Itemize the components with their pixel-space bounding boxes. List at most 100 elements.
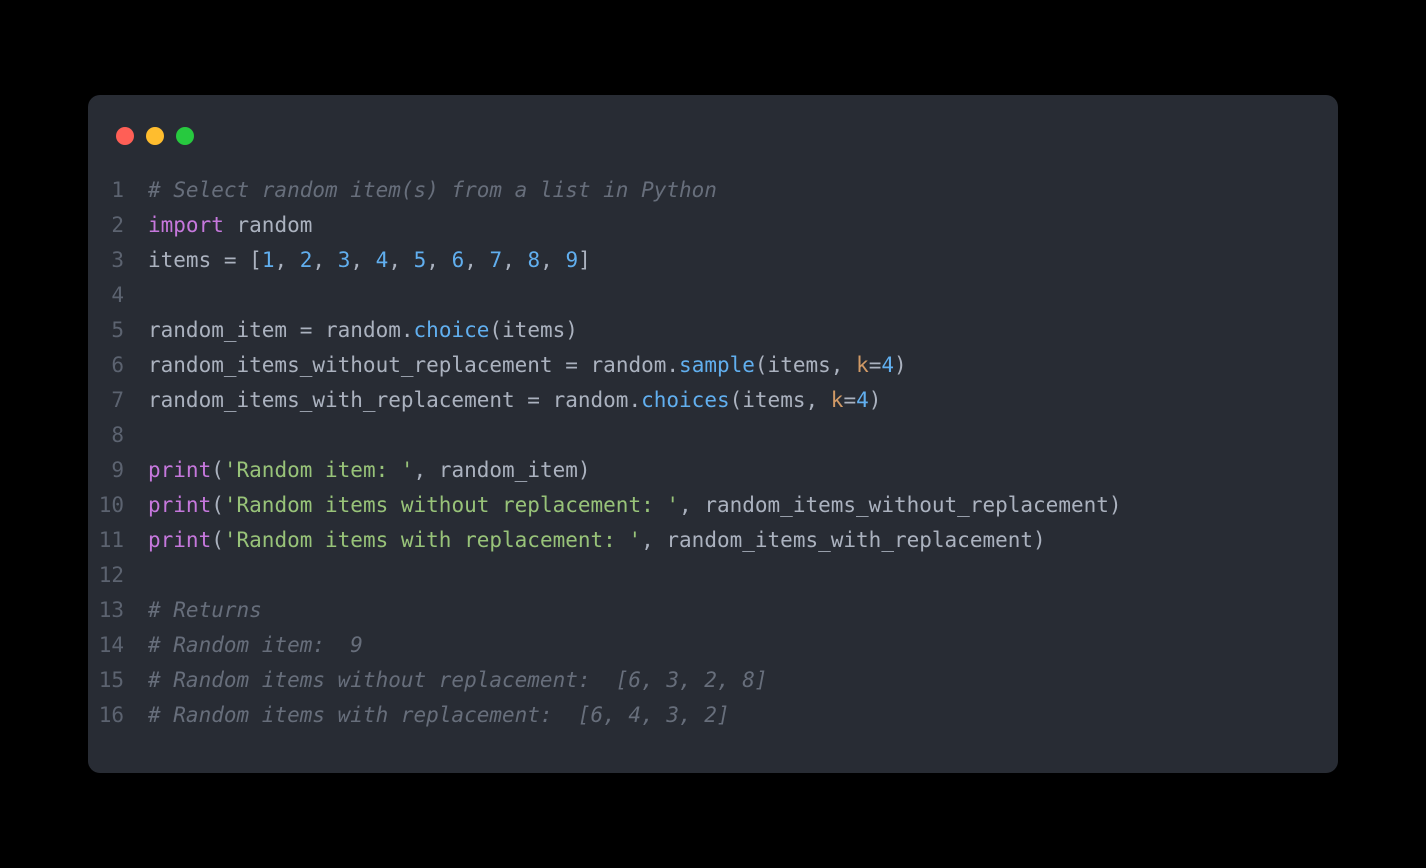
token-punct: , — [388, 248, 413, 272]
code-line[interactable]: 3items = [1, 2, 3, 4, 5, 6, 7, 8, 9] — [88, 243, 1338, 278]
code-line[interactable]: 6random_items_without_replacement = rand… — [88, 348, 1338, 383]
token-plain: random. — [540, 388, 641, 412]
token-op: = — [843, 388, 856, 412]
line-content: print('Random items with replacement: ',… — [148, 523, 1046, 558]
code-editor[interactable]: 1# Select random item(s) from a list in … — [88, 173, 1338, 733]
token-num: 3 — [338, 248, 351, 272]
token-builtin: print — [148, 458, 211, 482]
token-comment: # Random item: 9 — [148, 633, 363, 657]
token-punct: , — [540, 248, 565, 272]
token-func: choices — [641, 388, 730, 412]
line-number: 12 — [88, 558, 148, 593]
token-plain: ] — [578, 248, 591, 272]
token-comment: # Random items with replacement: [6, 4, … — [148, 703, 730, 727]
token-plain: [ — [237, 248, 262, 272]
token-punct: , — [464, 248, 489, 272]
token-comment: # Returns — [148, 598, 262, 622]
token-plain: random_items_without_replacement — [148, 353, 565, 377]
token-plain: items — [148, 248, 224, 272]
token-comment: # Select random item(s) from a list in P… — [148, 178, 717, 202]
token-punct: , — [350, 248, 375, 272]
line-content: # Returns — [148, 593, 262, 628]
line-number: 1 — [88, 173, 148, 208]
token-plain: , random_item) — [414, 458, 591, 482]
code-line[interactable]: 12 — [88, 558, 1338, 593]
code-line[interactable]: 11print('Random items with replacement: … — [88, 523, 1338, 558]
code-line[interactable]: 13# Returns — [88, 593, 1338, 628]
minimize-icon[interactable] — [146, 127, 164, 145]
token-plain: , random_items_without_replacement) — [679, 493, 1122, 517]
token-punct: , — [274, 248, 299, 272]
line-number: 15 — [88, 663, 148, 698]
line-number: 4 — [88, 278, 148, 313]
code-line[interactable]: 9print('Random item: ', random_item) — [88, 453, 1338, 488]
code-line[interactable]: 15# Random items without replacement: [6… — [88, 663, 1338, 698]
code-line[interactable]: 2import random — [88, 208, 1338, 243]
token-plain: (items) — [489, 318, 578, 342]
line-number: 5 — [88, 313, 148, 348]
token-punct: , — [312, 248, 337, 272]
line-content: random_items_without_replacement = rando… — [148, 348, 907, 383]
line-content: # Random items with replacement: [6, 4, … — [148, 698, 730, 733]
token-plain — [224, 213, 237, 237]
zoom-icon[interactable] — [176, 127, 194, 145]
token-plain: ( — [211, 493, 224, 517]
code-window: 1# Select random item(s) from a list in … — [88, 95, 1338, 773]
line-number: 2 — [88, 208, 148, 243]
line-number: 9 — [88, 453, 148, 488]
token-num: 4 — [376, 248, 389, 272]
line-number: 6 — [88, 348, 148, 383]
code-line[interactable]: 5random_item = random.choice(items) — [88, 313, 1338, 348]
token-plain: random. — [312, 318, 413, 342]
code-line[interactable]: 8 — [88, 418, 1338, 453]
token-num: 4 — [881, 353, 894, 377]
token-plain: random. — [578, 353, 679, 377]
close-icon[interactable] — [116, 127, 134, 145]
token-num: 7 — [490, 248, 503, 272]
line-content: # Select random item(s) from a list in P… — [148, 173, 717, 208]
token-str: 'Random item: ' — [224, 458, 414, 482]
token-op: = — [565, 353, 578, 377]
token-plain: ( — [211, 528, 224, 552]
line-number: 3 — [88, 243, 148, 278]
line-content: # Random items without replacement: [6, … — [148, 663, 768, 698]
line-number: 10 — [88, 488, 148, 523]
token-plain: (items, — [730, 388, 831, 412]
token-plain: random_item — [148, 318, 300, 342]
token-num: 6 — [452, 248, 465, 272]
token-op: = — [224, 248, 237, 272]
token-func: sample — [679, 353, 755, 377]
line-content: random_items_with_replacement = random.c… — [148, 383, 881, 418]
token-plain: random_items_with_replacement — [148, 388, 527, 412]
token-punct: , — [426, 248, 451, 272]
code-line[interactable]: 16# Random items with replacement: [6, 4… — [88, 698, 1338, 733]
token-plain: ( — [211, 458, 224, 482]
token-kwarg: k — [831, 388, 844, 412]
token-builtin: print — [148, 493, 211, 517]
token-comment: # Random items without replacement: [6, … — [148, 668, 768, 692]
line-content: # Random item: 9 — [148, 628, 363, 663]
token-op: = — [869, 353, 882, 377]
token-keyword: import — [148, 213, 224, 237]
line-content: import random — [148, 208, 312, 243]
token-op: = — [527, 388, 540, 412]
line-content: print('Random item: ', random_item) — [148, 453, 591, 488]
line-number: 16 — [88, 698, 148, 733]
token-num: 4 — [856, 388, 869, 412]
code-line[interactable]: 4 — [88, 278, 1338, 313]
token-punct: , — [502, 248, 527, 272]
token-kwarg: k — [856, 353, 869, 377]
token-num: 9 — [565, 248, 578, 272]
code-line[interactable]: 7random_items_with_replacement = random.… — [88, 383, 1338, 418]
code-line[interactable]: 10print('Random items without replacemen… — [88, 488, 1338, 523]
token-num: 2 — [300, 248, 313, 272]
token-func: choice — [414, 318, 490, 342]
window-titlebar — [88, 119, 1338, 173]
token-num: 8 — [527, 248, 540, 272]
token-plain: ) — [869, 388, 882, 412]
token-num: 1 — [262, 248, 275, 272]
code-line[interactable]: 1# Select random item(s) from a list in … — [88, 173, 1338, 208]
token-plain: (items, — [755, 353, 856, 377]
code-line[interactable]: 14# Random item: 9 — [88, 628, 1338, 663]
token-module: random — [237, 213, 313, 237]
